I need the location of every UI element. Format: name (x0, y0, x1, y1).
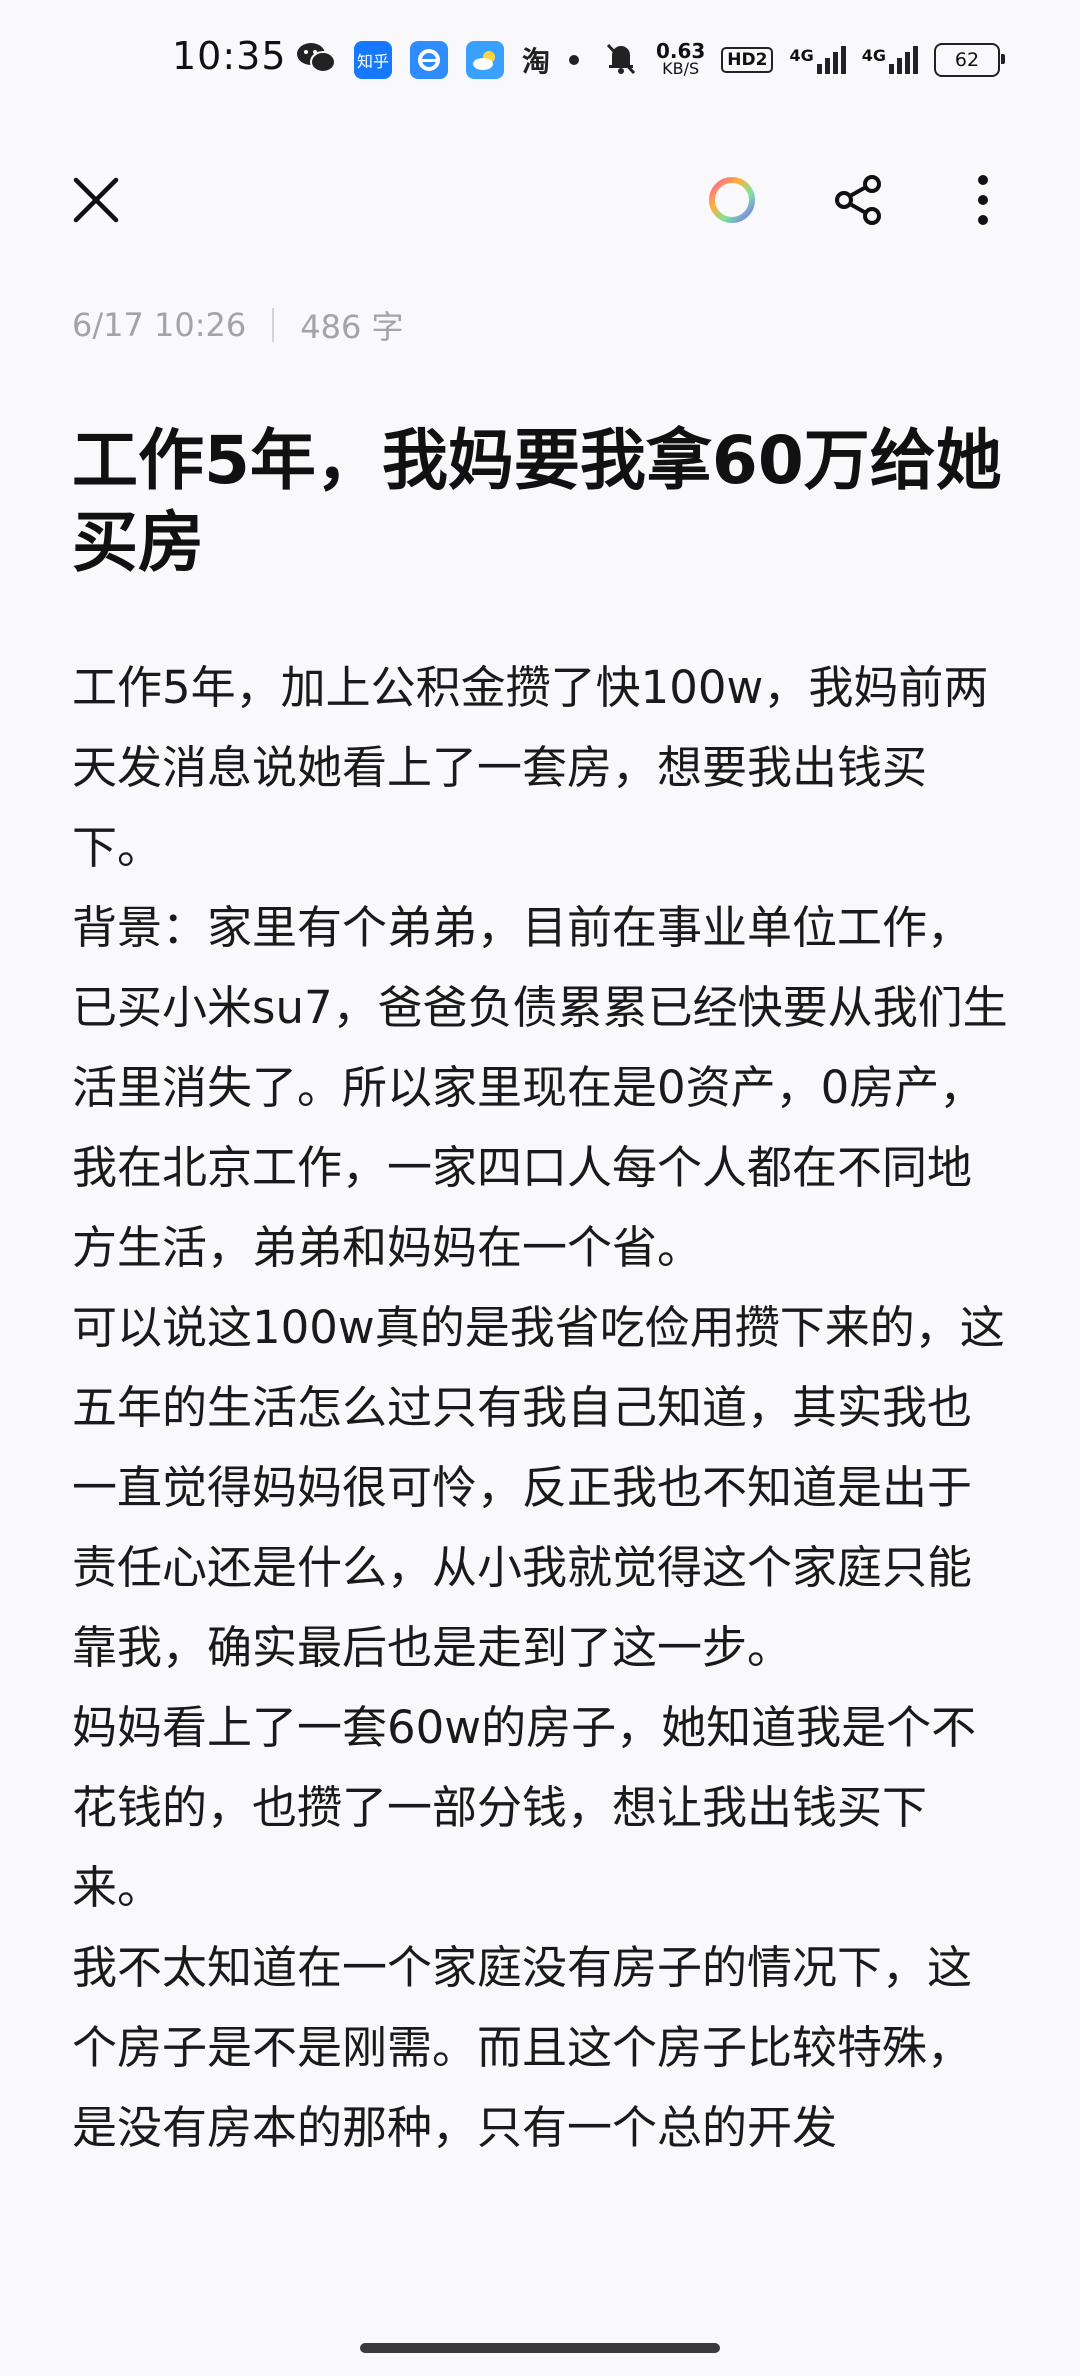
zhihu-icon-text: 知乎 (356, 52, 389, 71)
wechat-icon (296, 40, 336, 80)
dot-icon (568, 51, 580, 70)
share-icon (835, 175, 881, 225)
article-body[interactable]: 工作5年，加上公积金攒了快100w，我妈前两天发消息说她看上了一套房，想要我出钱… (72, 648, 1012, 2293)
battery-level: 62 (954, 49, 980, 71)
meta-divider (272, 308, 275, 342)
weather-icon (466, 41, 504, 79)
zhihu-icon: 知乎 (354, 41, 392, 79)
notification-icons: 知乎 淘 (296, 36, 580, 84)
taobao-icon: 淘 (522, 45, 551, 78)
more-icon (978, 175, 988, 225)
paragraph: 我不太知道在一个家庭没有房子的情况下，这个房子是不是刚需。而且这个房子比较特殊，… (72, 1941, 973, 2154)
signal-2-label: 4G (861, 46, 886, 65)
signal-icon-1: 4G (789, 46, 846, 74)
mute-icon (602, 39, 640, 81)
paragraph: 妈妈看上了一套60w的房子，她知道我是个不花钱的，也攒了一部分钱，想让我出钱买下… (72, 1701, 977, 1914)
browser-icon (410, 41, 448, 79)
color-ring-icon (709, 177, 755, 223)
net-speed-unit: KB/S (662, 59, 700, 78)
paragraph: 工作5年，加上公积金攒了快100w，我妈前两天发消息说她看上了一套房，想要我出钱… (72, 661, 989, 874)
more-button[interactable] (968, 172, 998, 228)
article-title: 工作5年，我妈要我拿60万给她买房 (72, 422, 1002, 581)
word-count: 486 字 (300, 308, 404, 346)
toolbar (0, 150, 1080, 250)
share-button[interactable] (830, 172, 886, 228)
close-button[interactable] (70, 174, 122, 226)
system-icons: 0.63 KB/S HD2 4G 4G 62 (602, 36, 1005, 84)
close-icon (73, 177, 119, 223)
paragraph: 可以说这100w真的是我省吃俭用攒下来的，这五年的生活怎么过只有我自己知道，其实… (72, 1301, 1005, 1674)
battery-icon: 62 (934, 43, 1005, 77)
status-time: 10:35 (172, 34, 287, 78)
signal-icon-2: 4G (862, 46, 918, 74)
paragraph: 背景：家里有个弟弟，目前在事业单位工作，已买小米su7，爸爸负债累累已经快要从我… (72, 901, 1008, 1274)
net-speed-value: 0.63 (655, 39, 706, 63)
network-speed: 0.63 KB/S (655, 39, 706, 78)
signal-1-label: 4G (789, 46, 814, 65)
note-datetime: 6/17 10:26 (72, 306, 247, 344)
note-meta: 6/17 10:26 486 字 (72, 302, 404, 348)
status-bar: 10:35 知乎 淘 0.63 KB/S HD2 4G 4G 62 (0, 0, 1080, 120)
hd-icon: HD2 (721, 47, 774, 73)
color-ring-button[interactable] (706, 174, 758, 226)
home-indicator[interactable] (360, 2343, 720, 2353)
